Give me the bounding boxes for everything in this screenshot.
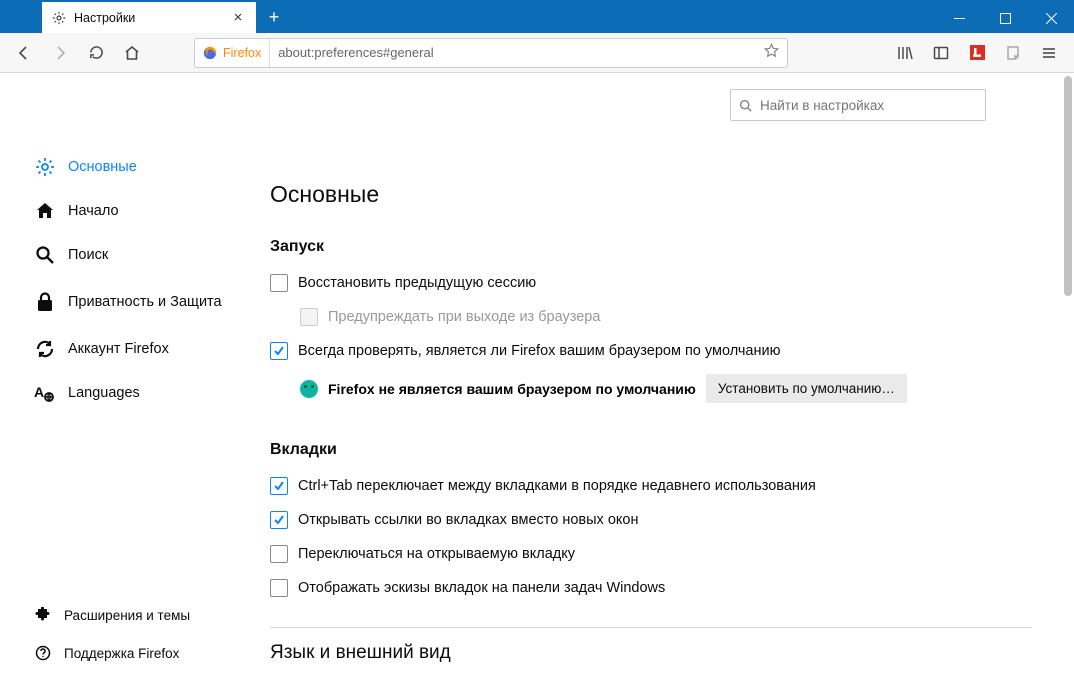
lock-icon — [34, 291, 56, 313]
separator — [270, 627, 1032, 628]
tab-close-icon[interactable]: × — [230, 10, 246, 26]
label-always-check: Всегда проверять, является ли Firefox ва… — [298, 343, 780, 359]
new-tab-button[interactable]: + — [260, 3, 288, 31]
firefox-icon — [203, 46, 217, 60]
window-controls — [936, 3, 1074, 33]
sidebar-item-label: Расширения и темы — [64, 608, 190, 623]
row-switch: Переключаться на открываемую вкладку — [270, 537, 1032, 571]
checkbox-ctrltab[interactable] — [270, 477, 288, 495]
puzzle-icon — [34, 606, 52, 624]
not-default-text: Firefox не является вашим браузером по у… — [328, 381, 696, 397]
startup-heading: Запуск — [270, 238, 1032, 256]
sidebar-item-languages[interactable]: A Languages — [34, 371, 230, 415]
bookmark-star-icon[interactable] — [756, 43, 787, 63]
checkbox-thumbs[interactable] — [270, 579, 288, 597]
label-ctrltab: Ctrl+Tab переключает между вкладками в п… — [298, 478, 816, 494]
sidebar-item-label: Приватность и Защита — [68, 293, 222, 311]
identity-box[interactable]: Firefox — [195, 39, 270, 67]
sad-face-icon — [300, 380, 318, 398]
sidebar-item-general[interactable]: Основные — [34, 145, 230, 189]
gear-icon — [52, 11, 66, 25]
back-button[interactable] — [8, 37, 40, 69]
sidebar-item-label: Languages — [68, 385, 140, 401]
checkbox-warn-quit — [300, 308, 318, 326]
row-always-check: Всегда проверять, является ли Firefox ва… — [270, 334, 1032, 368]
lang-heading: Язык и внешний вид — [270, 642, 1032, 664]
main-panel: Основные Запуск Восстановить предыдущую … — [230, 73, 1074, 684]
sidebar-item-label: Поддержка Firefox — [64, 646, 179, 661]
sidebar-item-label: Начало — [68, 203, 119, 219]
tabs-heading: Вкладки — [270, 441, 1032, 459]
row-open-links: Открывать ссылки во вкладках вместо новы… — [270, 503, 1032, 537]
sidebar-item-label: Аккаунт Firefox — [68, 341, 169, 357]
help-icon — [34, 644, 52, 662]
row-thumbs: Отображать эскизы вкладок на панели зада… — [270, 571, 1032, 605]
toolbar: Firefox — [0, 33, 1074, 73]
set-default-button[interactable]: Установить по умолчанию… — [706, 374, 907, 403]
sidebar-item-privacy[interactable]: Приватность и Защита — [34, 277, 230, 327]
content-area: Основные Начало Поиск Приватность и Защи… — [0, 73, 1074, 684]
minimize-button[interactable] — [936, 3, 982, 33]
extension-icon[interactable] — [960, 37, 994, 69]
url-bar[interactable]: Firefox — [194, 38, 788, 68]
sidebar-item-home[interactable]: Начало — [34, 189, 230, 233]
row-default-browser: Firefox не является вашим браузером по у… — [300, 374, 1032, 403]
browser-tab[interactable]: Настройки × — [42, 2, 256, 33]
label-warn-quit: Предупреждать при выходе из браузера — [328, 309, 600, 325]
identity-label: Firefox — [223, 46, 261, 60]
sidebar-item-label: Поиск — [68, 247, 108, 263]
languages-icon: A — [34, 382, 56, 404]
preferences-search[interactable] — [730, 89, 986, 121]
sidebar-item-extensions[interactable]: Расширения и темы — [34, 596, 230, 634]
search-icon — [739, 99, 752, 112]
checkbox-always-check[interactable] — [270, 342, 288, 360]
home-icon — [34, 200, 56, 222]
url-input[interactable] — [270, 45, 756, 60]
page-title: Основные — [270, 121, 1032, 208]
checkbox-restore-session[interactable] — [270, 274, 288, 292]
close-window-button[interactable] — [1028, 3, 1074, 33]
menu-button[interactable] — [1032, 37, 1066, 69]
sync-icon — [34, 338, 56, 360]
search-icon — [34, 244, 56, 266]
row-ctrltab: Ctrl+Tab переключает между вкладками в п… — [270, 469, 1032, 503]
titlebar: Настройки × + — [0, 0, 1074, 33]
sidebar-toggle-icon[interactable] — [924, 37, 958, 69]
sidebar-item-support[interactable]: Поддержка Firefox — [34, 634, 230, 672]
preferences-search-input[interactable] — [760, 98, 977, 113]
home-button[interactable] — [116, 37, 148, 69]
label-open-links: Открывать ссылки во вкладках вместо новы… — [298, 512, 638, 528]
tab-title: Настройки — [74, 11, 230, 25]
sidebar-item-label: Основные — [68, 159, 137, 175]
maximize-button[interactable] — [982, 3, 1028, 33]
svg-text:A: A — [34, 384, 44, 400]
preferences-sidebar: Основные Начало Поиск Приватность и Защи… — [0, 73, 230, 684]
label-switch: Переключаться на открываемую вкладку — [298, 546, 575, 562]
notes-icon[interactable] — [996, 37, 1030, 69]
reload-button[interactable] — [80, 37, 112, 69]
sidebar-item-account[interactable]: Аккаунт Firefox — [34, 327, 230, 371]
row-restore-session: Восстановить предыдущую сессию — [270, 266, 1032, 300]
label-restore-session: Восстановить предыдущую сессию — [298, 275, 536, 291]
forward-button[interactable] — [44, 37, 76, 69]
library-icon[interactable] — [888, 37, 922, 69]
row-warn-quit: Предупреждать при выходе из браузера — [270, 300, 1032, 334]
scrollbar[interactable] — [1064, 76, 1072, 296]
sidebar-item-search[interactable]: Поиск — [34, 233, 230, 277]
label-thumbs: Отображать эскизы вкладок на панели зада… — [298, 580, 665, 596]
checkbox-open-linksabs[interactable] — [270, 511, 288, 529]
checkbox-switch[interactable] — [270, 545, 288, 563]
gear-icon — [34, 156, 56, 178]
